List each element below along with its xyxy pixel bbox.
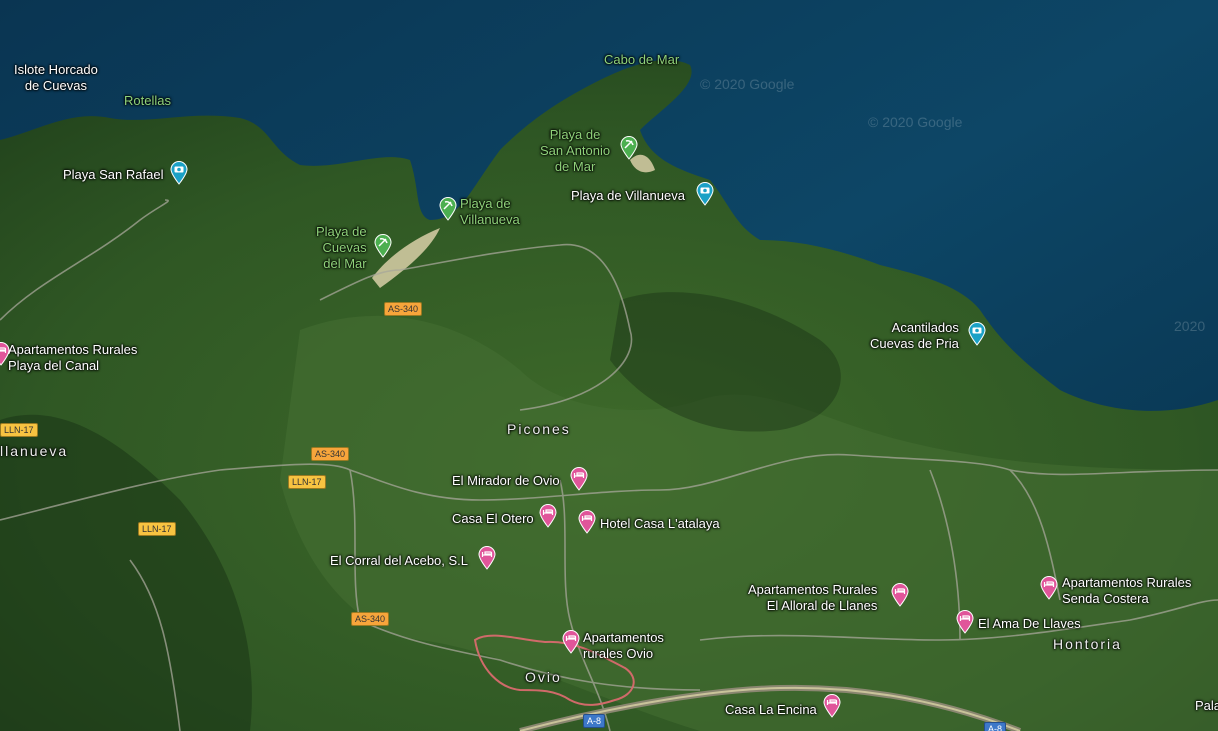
camera-pin-icon[interactable] (170, 161, 188, 185)
label-cabo-mar: Cabo de Mar (604, 52, 680, 67)
lodging-pin-icon[interactable] (578, 510, 596, 534)
label-ovio: Ovio (525, 669, 562, 685)
lodging-pin-icon[interactable] (478, 546, 496, 570)
label-ap-playa-canal[interactable]: Apartamentos Rurales Playa del Canal (8, 342, 137, 374)
road-shield-a8: A-8 (583, 714, 606, 728)
camera-pin-icon[interactable] (696, 182, 714, 206)
label-ap-alloral[interactable]: Apartamentos Rurales El Alloral de Llane… (748, 582, 877, 614)
label-rotellas: Rotellas (124, 93, 171, 108)
beach-pin-icon[interactable] (439, 197, 457, 221)
lodging-pin-icon[interactable] (956, 610, 974, 634)
lodging-pin-icon[interactable] (0, 342, 10, 366)
lodging-pin-icon[interactable] (823, 694, 841, 718)
label-mirador[interactable]: El Mirador de Ovio (452, 473, 560, 489)
label-pala: Pala (1195, 698, 1218, 713)
lodging-pin-icon[interactable] (1040, 576, 1058, 600)
road-shield-as340: AS-340 (384, 302, 423, 316)
beach-pin-icon[interactable] (374, 234, 392, 258)
road-shield-as340: AS-340 (351, 612, 390, 626)
label-playa-san-antonio[interactable]: Playa de San Antonio de Mar (540, 127, 610, 175)
watermark: © 2020 Google (700, 76, 795, 92)
viewpoint-pin-icon[interactable] (570, 467, 588, 491)
lodging-pin-icon[interactable] (562, 630, 580, 654)
label-playa-san-rafael[interactable]: Playa San Rafael (63, 167, 163, 183)
beach-pin-icon[interactable] (620, 136, 638, 160)
satellite-map[interactable]: © 2020 Google © 2020 Google 2020 Islote … (0, 0, 1218, 731)
label-ap-senda[interactable]: Apartamentos Rurales Senda Costera (1062, 575, 1191, 607)
label-casa-otero[interactable]: Casa El Otero (452, 511, 534, 527)
label-picones: Picones (507, 421, 571, 437)
watermark: 2020 (1174, 318, 1206, 334)
label-hontoria: Hontoria (1053, 636, 1122, 652)
label-ama-llaves[interactable]: El Ama De Llaves (978, 616, 1081, 632)
label-islote: Islote Horcado de Cuevas (14, 62, 98, 93)
watermark: © 2020 Google (868, 114, 963, 130)
label-playa-cuevas[interactable]: Playa de Cuevas del Mar (316, 224, 367, 272)
label-corral-acebo[interactable]: El Corral del Acebo, S.L (330, 553, 468, 569)
label-acantilados[interactable]: Acantilados Cuevas de Pria (870, 320, 959, 352)
road-shield-as340: AS-340 (311, 447, 350, 461)
label-playa-villanueva-green[interactable]: Playa de Villanueva (460, 196, 520, 228)
label-ap-ovio[interactable]: Apartamentos rurales Ovio (583, 630, 664, 662)
label-hotel-atalaya[interactable]: Hotel Casa L'atalaya (600, 516, 720, 532)
label-playa-villanueva-blue[interactable]: Playa de Villanueva (571, 188, 685, 204)
road-shield-lln17: LLN-17 (138, 522, 176, 536)
road-shield-a8: A-8 (984, 722, 1007, 731)
camera-pin-icon[interactable] (968, 322, 986, 346)
road-shield-lln17: LLN-17 (288, 475, 326, 489)
label-casa-encina[interactable]: Casa La Encina (725, 702, 817, 718)
label-villanueva: llanueva (0, 443, 69, 459)
lodging-pin-icon[interactable] (539, 504, 557, 528)
road-shield-lln17: LLN-17 (0, 423, 38, 437)
lodging-pin-icon[interactable] (891, 583, 909, 607)
